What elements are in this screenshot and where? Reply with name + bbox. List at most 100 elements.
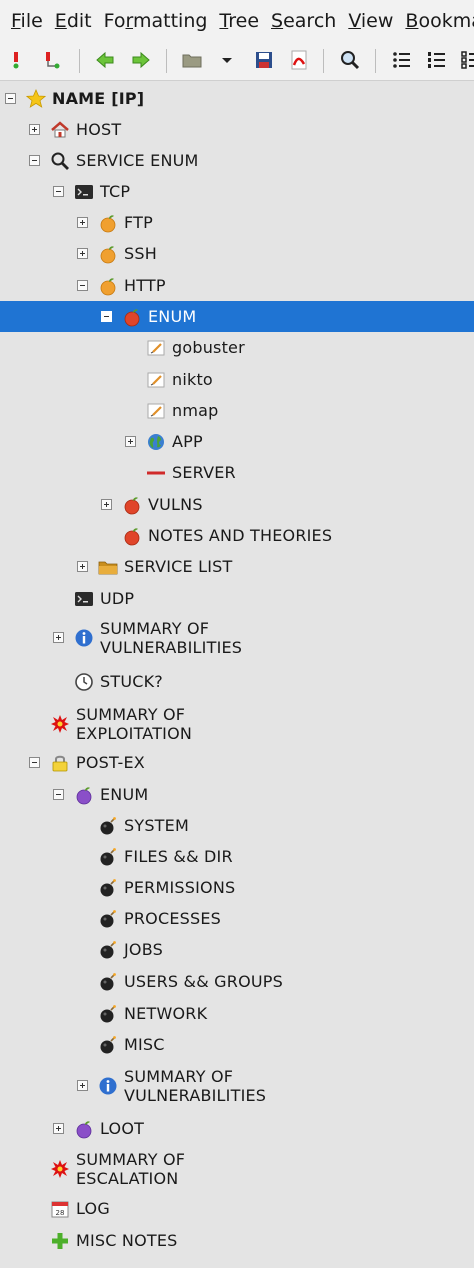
add-node-icon[interactable]	[4, 48, 28, 72]
expand-toggle[interactable]	[77, 248, 88, 259]
tree-node-label: FTP	[124, 213, 153, 232]
menu-formatting[interactable]: Formatting	[93, 10, 208, 32]
tree-node-label: NETWORK	[124, 1004, 208, 1023]
expand-toggle[interactable]	[77, 561, 88, 572]
tree-node-label: ENUM	[100, 785, 149, 804]
collapse-toggle[interactable]	[101, 311, 112, 322]
note-icon	[146, 401, 166, 421]
tree-node[interactable]: JOBS	[0, 934, 474, 965]
tree-node[interactable]: SUMMARY OF EXPLOITATION	[0, 699, 474, 749]
tree-view[interactable]: NAME [IP] HOST SERVICE ENUM TCP FTP SSH HTTP EN…	[0, 82, 474, 1268]
svg-text:28: 28	[56, 1209, 65, 1217]
menu-view[interactable]: View	[337, 10, 393, 32]
tree-node[interactable]: PROCESSES	[0, 903, 474, 934]
tree-node[interactable]: SUMMARY OF VULNERABILITIES	[0, 1061, 474, 1111]
tree-node-label: VULNS	[148, 495, 203, 514]
tree-node[interactable]: SERVER	[0, 457, 474, 488]
find-icon[interactable]	[338, 48, 362, 72]
collapse-toggle[interactable]	[29, 757, 40, 768]
expand-toggle[interactable]	[77, 1080, 88, 1091]
todo-list-icon[interactable]	[459, 48, 474, 72]
tree-node[interactable]: gobuster	[0, 332, 474, 363]
collapse-toggle[interactable]	[53, 789, 64, 800]
tree-node[interactable]: nikto	[0, 364, 474, 395]
menu-search[interactable]: Search	[260, 10, 336, 32]
tree-node-label: HOST	[76, 120, 122, 139]
tree-node[interactable]: NAME [IP]	[0, 83, 474, 114]
bomb-icon	[98, 1035, 118, 1055]
expand-toggle[interactable]	[77, 217, 88, 228]
tree-node[interactable]: SERVICE ENUM	[0, 145, 474, 176]
tree-node[interactable]: HOST	[0, 114, 474, 145]
menu-bookmarks[interactable]: Bookmar	[394, 10, 474, 32]
tree-node[interactable]: NETWORK	[0, 998, 474, 1029]
orange-fruit-icon	[98, 244, 118, 264]
expand-toggle[interactable]	[125, 436, 136, 447]
open-folder-icon[interactable]	[180, 48, 204, 72]
tree-node-label: nmap	[172, 401, 219, 420]
tree-node[interactable]: SYSTEM	[0, 810, 474, 841]
add-subnode-icon[interactable]	[40, 48, 64, 72]
save-icon[interactable]	[252, 48, 276, 72]
forward-arrow-icon[interactable]	[129, 48, 153, 72]
tree-node[interactable]: TCP	[0, 176, 474, 207]
menu-file[interactable]: File	[0, 10, 43, 32]
back-arrow-icon[interactable]	[93, 48, 117, 72]
tree-node[interactable]: PERMISSIONS	[0, 872, 474, 903]
tree-node[interactable]: SUMMARY OF ESCALATION	[0, 1144, 474, 1194]
tree-node-label: MISC	[124, 1035, 165, 1054]
tree-node[interactable]: MISC	[0, 1029, 474, 1060]
expand-toggle[interactable]	[29, 124, 40, 135]
tree-node-label: NAME [IP]	[52, 89, 145, 108]
tree-node-label: POST-EX	[76, 753, 145, 772]
tree-node[interactable]: UDP	[0, 583, 474, 614]
tree-node[interactable]: STUCK?	[0, 666, 474, 697]
collapse-toggle[interactable]	[77, 280, 88, 291]
tree-node[interactable]: ENUM	[0, 301, 474, 332]
tree-node[interactable]: SERVICE LIST	[0, 551, 474, 582]
bullet-list-icon[interactable]	[390, 48, 414, 72]
tree-node[interactable]: ENUM	[0, 779, 474, 810]
collapse-toggle[interactable]	[53, 186, 64, 197]
tree-node[interactable]: HTTP	[0, 270, 474, 301]
tree-node[interactable]: VULNS	[0, 489, 474, 520]
expand-toggle[interactable]	[53, 632, 64, 643]
tree-node-label: LOG	[76, 1199, 110, 1218]
tree-node-label: gobuster	[172, 338, 245, 357]
tree-node[interactable]: SSH	[0, 238, 474, 269]
tree-node[interactable]: FILES && DIR	[0, 841, 474, 872]
tree-node[interactable]: USERS && GROUPS	[0, 966, 474, 997]
bomb-icon	[98, 972, 118, 992]
tree-node-label: HTTP	[124, 276, 166, 295]
tree-node[interactable]: 28 LOG	[0, 1193, 474, 1224]
lock-icon	[50, 753, 70, 773]
magnifier-icon	[50, 151, 70, 171]
tree-node-label: SUMMARY OF VULNERABILITIES	[100, 619, 243, 657]
tree-node[interactable]: nmap	[0, 395, 474, 426]
tree-node-label: SYSTEM	[124, 816, 189, 835]
star-icon	[26, 89, 46, 109]
red-fruit-icon	[122, 307, 142, 327]
export-pdf-icon[interactable]	[287, 48, 311, 72]
numbered-list-icon[interactable]	[425, 48, 449, 72]
expand-toggle[interactable]	[53, 1123, 64, 1134]
tree-node[interactable]: FTP	[0, 207, 474, 238]
dropdown-arrow-icon[interactable]	[215, 48, 239, 72]
tree-node-label: SERVER	[172, 463, 236, 482]
tree-node[interactable]: NOTES AND THEORIES	[0, 520, 474, 551]
tree-node[interactable]: MISC NOTES	[0, 1225, 474, 1256]
tree-node[interactable]: LOOT	[0, 1113, 474, 1144]
menu-edit[interactable]: Edit	[44, 10, 92, 32]
burst-icon	[50, 714, 70, 734]
toolbar-separator	[375, 49, 376, 73]
menu-tree[interactable]: Tree	[208, 10, 259, 32]
tree-node[interactable]: APP	[0, 426, 474, 457]
bomb-icon	[98, 940, 118, 960]
expand-toggle[interactable]	[101, 499, 112, 510]
collapse-toggle[interactable]	[5, 93, 16, 104]
collapse-toggle[interactable]	[29, 155, 40, 166]
clock-icon	[74, 672, 94, 692]
tree-node-label: STUCK?	[100, 672, 163, 691]
tree-node[interactable]: POST-EX	[0, 747, 474, 778]
tree-node[interactable]: SUMMARY OF VULNERABILITIES	[0, 613, 474, 663]
